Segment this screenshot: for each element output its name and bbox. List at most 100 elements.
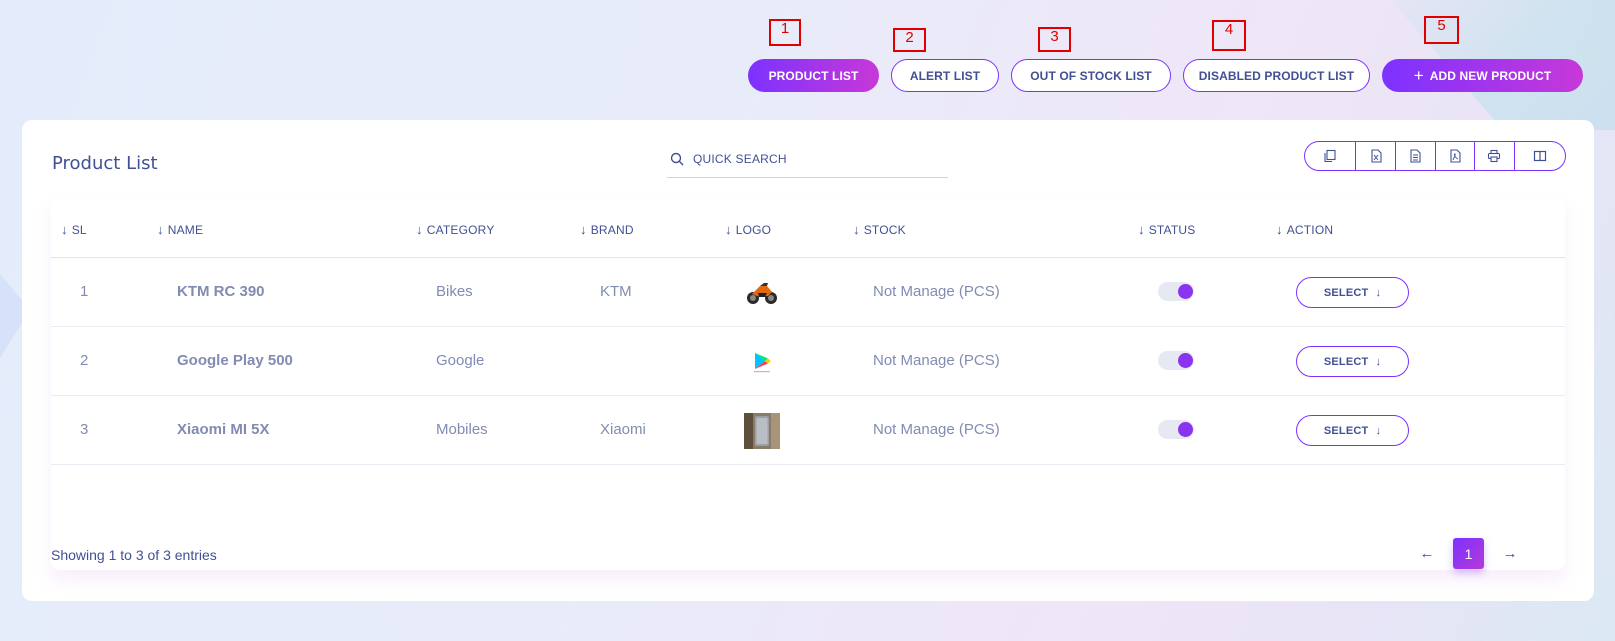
alert-list-button[interactable]: ALERT LIST — [891, 59, 999, 92]
status-toggle[interactable] — [1158, 420, 1194, 439]
column-header-brand[interactable]: ↓ BRAND — [580, 222, 634, 237]
column-header-logo[interactable]: ↓ LOGO — [725, 222, 771, 237]
product-list-button[interactable]: PRODUCT LIST — [748, 59, 879, 92]
sort-arrow-icon: ↓ — [725, 222, 732, 237]
sort-arrow-icon: ↓ — [61, 222, 68, 237]
column-header-stock[interactable]: ↓ STOCK — [853, 222, 906, 237]
sort-arrow-icon: ↓ — [853, 222, 860, 237]
annotation-marker-2: 2 — [893, 28, 926, 52]
annotation-marker-3: 3 — [1038, 27, 1071, 52]
alert-list-label: ALERT LIST — [909, 68, 981, 83]
cell-stock: Not Manage (PCS) — [873, 352, 1000, 369]
product-table: ↓ SL ↓ NAME ↓ CATEGORY ↓ BRAND ↓ LOGO ↓ STOCK … — [51, 200, 1565, 570]
copy-button[interactable] — [1305, 142, 1355, 170]
column-label: STATUS — [1148, 222, 1196, 237]
select-label: SELECT — [1323, 286, 1369, 299]
cell-sl: 3 — [80, 421, 89, 438]
columns-button[interactable] — [1513, 142, 1565, 170]
top-nav: PRODUCT LIST ALERT LIST OUT OF STOCK LIS… — [748, 59, 1583, 92]
table-row: 2 Google Play 500 Google Not Manage (PCS… — [51, 327, 1565, 396]
toggle-knob — [1178, 422, 1193, 437]
select-action-button[interactable]: SELECT ↓ — [1296, 415, 1409, 446]
copy-icon — [1324, 149, 1336, 163]
pagination: ← 1 → — [1417, 538, 1520, 569]
status-toggle[interactable] — [1158, 282, 1194, 301]
toggle-knob — [1178, 353, 1193, 368]
column-header-action[interactable]: ↓ ACTION — [1276, 222, 1333, 237]
add-new-product-button[interactable]: + ADD NEW PRODUCT — [1382, 59, 1583, 92]
column-header-category[interactable]: ↓ CATEGORY — [416, 222, 495, 237]
sort-arrow-icon: ↓ — [580, 222, 587, 237]
annotation-marker-4: 4 — [1212, 20, 1246, 51]
select-label: SELECT — [1323, 355, 1369, 368]
status-toggle[interactable] — [1158, 351, 1194, 370]
cell-sl: 2 — [80, 352, 89, 369]
motorcycle-image — [743, 274, 781, 312]
add-new-product-label: ADD NEW PRODUCT — [1429, 68, 1552, 83]
column-label: CATEGORY — [426, 222, 495, 237]
table-row: 1 KTM RC 390 Bikes KTM Not Manage (PCS) … — [51, 258, 1565, 327]
column-label: ACTION — [1286, 222, 1334, 237]
toggle-knob — [1178, 284, 1193, 299]
cell-brand: Xiaomi — [600, 421, 646, 438]
annotation-marker-1: 1 — [769, 19, 801, 46]
search-placeholder: QUICK SEARCH — [693, 151, 787, 166]
search-icon — [670, 152, 684, 165]
select-label: SELECT — [1323, 424, 1369, 437]
column-header-name[interactable]: ↓ NAME — [157, 222, 203, 237]
out-of-stock-list-button[interactable]: OUT OF STOCK LIST — [1011, 59, 1171, 92]
select-action-button[interactable]: SELECT ↓ — [1296, 277, 1409, 308]
pdf-button[interactable] — [1434, 142, 1475, 170]
disabled-product-list-button[interactable]: DISABLED PRODUCT LIST — [1183, 59, 1370, 92]
csv-icon — [1410, 149, 1421, 163]
plus-icon: + — [1413, 66, 1424, 85]
sort-arrow-icon: ↓ — [1138, 222, 1145, 237]
cell-sl: 1 — [80, 283, 89, 300]
google-play-logo — [743, 343, 781, 381]
column-label: STOCK — [863, 222, 906, 237]
cell-stock: Not Manage (PCS) — [873, 421, 1000, 438]
column-label: LOGO — [735, 222, 772, 237]
cell-category: Bikes — [436, 283, 473, 300]
columns-icon — [1533, 150, 1547, 162]
quick-search-input[interactable]: QUICK SEARCH — [667, 140, 948, 178]
table-row: 3 Xiaomi MI 5X Mobiles Xiaomi Not Manage… — [51, 396, 1565, 465]
column-header-status[interactable]: ↓ STATUS — [1138, 222, 1195, 237]
excel-button[interactable] — [1355, 142, 1395, 170]
arrow-down-icon: ↓ — [1375, 424, 1382, 437]
print-button[interactable] — [1474, 142, 1514, 170]
page-button[interactable]: 1 — [1453, 538, 1484, 569]
previous-page-icon[interactable]: ← — [1417, 545, 1437, 562]
annotation-marker-5: 5 — [1424, 16, 1459, 44]
cell-name: Xiaomi MI 5X — [177, 421, 270, 438]
column-label: NAME — [167, 222, 204, 237]
cell-name: KTM RC 390 — [177, 283, 265, 300]
cell-stock: Not Manage (PCS) — [873, 283, 1000, 300]
product-list-label: PRODUCT LIST — [768, 68, 859, 83]
pdf-icon — [1450, 149, 1461, 163]
sort-arrow-icon: ↓ — [416, 222, 423, 237]
out-of-stock-list-label: OUT OF STOCK LIST — [1030, 68, 1152, 83]
table-header: ↓ SL ↓ NAME ↓ CATEGORY ↓ BRAND ↓ LOGO ↓ STOCK … — [51, 200, 1565, 258]
excel-icon — [1370, 149, 1382, 163]
print-icon — [1488, 149, 1501, 163]
column-label: SL — [71, 222, 87, 237]
arrow-down-icon: ↓ — [1375, 355, 1382, 368]
phone-image — [743, 412, 781, 450]
cell-brand: KTM — [600, 283, 632, 300]
export-toolbar — [1304, 141, 1566, 171]
select-action-button[interactable]: SELECT ↓ — [1296, 346, 1409, 377]
column-label: BRAND — [590, 222, 634, 237]
sort-arrow-icon: ↓ — [157, 222, 164, 237]
cell-category: Google — [436, 352, 485, 369]
page-title: Product List — [52, 153, 158, 174]
cell-name: Google Play 500 — [177, 352, 293, 369]
column-header-sl[interactable]: ↓ SL — [61, 222, 87, 237]
table-info: Showing 1 to 3 of 3 entries — [51, 547, 217, 563]
csv-button[interactable] — [1394, 142, 1435, 170]
disabled-product-list-label: DISABLED PRODUCT LIST — [1198, 68, 1355, 83]
next-page-icon[interactable]: → — [1500, 545, 1520, 562]
sort-arrow-icon: ↓ — [1276, 222, 1283, 237]
arrow-down-icon: ↓ — [1375, 286, 1382, 299]
product-list-card: Product List QUICK SEARCH ↓ SL ↓ NAME ↓ CAT… — [22, 120, 1594, 601]
